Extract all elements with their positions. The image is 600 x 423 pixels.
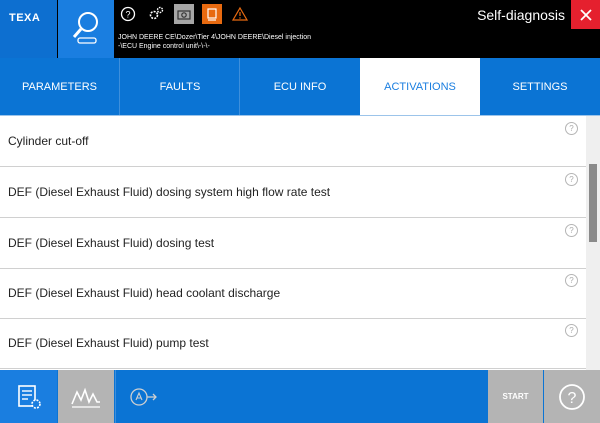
ecu-settings-icon	[17, 384, 41, 409]
help-icon[interactable]: ?	[565, 324, 578, 337]
list-item-label: DEF (Diesel Exhaust Fluid) head coolant …	[8, 286, 281, 300]
diagnosis-button[interactable]	[58, 0, 114, 58]
tab-parameters[interactable]: PARAMETERS	[0, 58, 119, 115]
graph-icon	[71, 387, 100, 408]
scrollbar-thumb[interactable]	[589, 164, 597, 242]
tab-label: SETTINGS	[512, 80, 568, 93]
list-item-label: DEF (Diesel Exhaust Fluid) pump test	[8, 336, 209, 350]
gears-icon[interactable]	[146, 4, 166, 24]
list-item[interactable]: DEF (Diesel Exhaust Fluid) dosing system…	[0, 167, 586, 218]
list-item[interactable]: DEF (Diesel Exhaust Fluid) pump test ?	[0, 318, 586, 369]
graph-button[interactable]	[58, 370, 114, 423]
help-circle-icon[interactable]: ?	[118, 4, 138, 24]
help-icon[interactable]: ?	[565, 274, 578, 287]
tab-faults[interactable]: FAULTS	[119, 58, 240, 115]
camera-icon[interactable]	[174, 4, 194, 24]
list-item[interactable]: Cylinder cut-off ?	[0, 116, 586, 167]
tab-label: ECU INFO	[273, 80, 327, 93]
help-icon[interactable]: ?	[565, 224, 578, 237]
svg-text:?: ?	[125, 10, 130, 20]
diagnosis-search-icon	[72, 12, 98, 44]
close-icon	[579, 8, 592, 21]
close-button[interactable]	[571, 0, 600, 29]
start-button[interactable]: START	[488, 370, 543, 423]
tab-ecu-info[interactable]: ECU INFO	[239, 58, 360, 115]
help-glyph: ?	[568, 390, 577, 407]
list-item[interactable]: DEF (Diesel Exhaust Fluid) dosing test ?	[0, 218, 586, 269]
tab-settings[interactable]: SETTINGS	[480, 58, 600, 115]
tab-label: PARAMETERS	[22, 80, 97, 93]
breadcrumb: JOHN DEERE CE\Dozer\Tier 4\JOHN DEERE\Di…	[118, 33, 458, 51]
top-bar: TEXA ? JOHN DEERE CE\Dozer\Tier 4\JOHN D…	[0, 0, 600, 58]
tab-label: FAULTS	[159, 80, 201, 93]
scrollbar[interactable]	[586, 116, 600, 370]
device-icon[interactable]	[202, 4, 222, 24]
page-title: Self-diagnosis	[477, 7, 565, 23]
warning-icon[interactable]	[230, 4, 250, 24]
ecu-settings-button[interactable]	[0, 370, 57, 423]
list-item-label: DEF (Diesel Exhaust Fluid) dosing system…	[8, 185, 331, 199]
logo-text: TEXA	[9, 12, 41, 24]
bottom-toolbar: START ?	[0, 370, 600, 423]
list-item[interactable]: DEF (Diesel Exhaust Fluid) head coolant …	[0, 268, 586, 319]
breadcrumb-line-1: JOHN DEERE CE\Dozer\Tier 4\JOHN DEERE\Di…	[118, 34, 312, 41]
ecu-output-icon	[130, 387, 157, 406]
help-icon[interactable]: ?	[565, 173, 578, 186]
breadcrumb-line-2: -\ECU Engine control unit\-\-\-	[118, 43, 210, 50]
tab-label: ACTIVATIONS	[384, 80, 456, 93]
help-icon[interactable]: ?	[565, 122, 578, 135]
help-button[interactable]: ?	[544, 370, 600, 423]
activations-list: Cylinder cut-off ? DEF (Diesel Exhaust F…	[0, 116, 586, 370]
list-item-label: DEF (Diesel Exhaust Fluid) dosing test	[8, 236, 215, 250]
texa-logo: TEXA	[0, 0, 57, 58]
tab-bar: PARAMETERS FAULTS ECU INFO ACTIVATIONS S…	[0, 58, 600, 116]
ecu-output-button[interactable]	[115, 370, 172, 423]
help-circle-icon: ?	[559, 383, 585, 410]
tab-activations[interactable]: ACTIVATIONS	[360, 58, 480, 115]
list-item-label: Cylinder cut-off	[8, 134, 89, 148]
